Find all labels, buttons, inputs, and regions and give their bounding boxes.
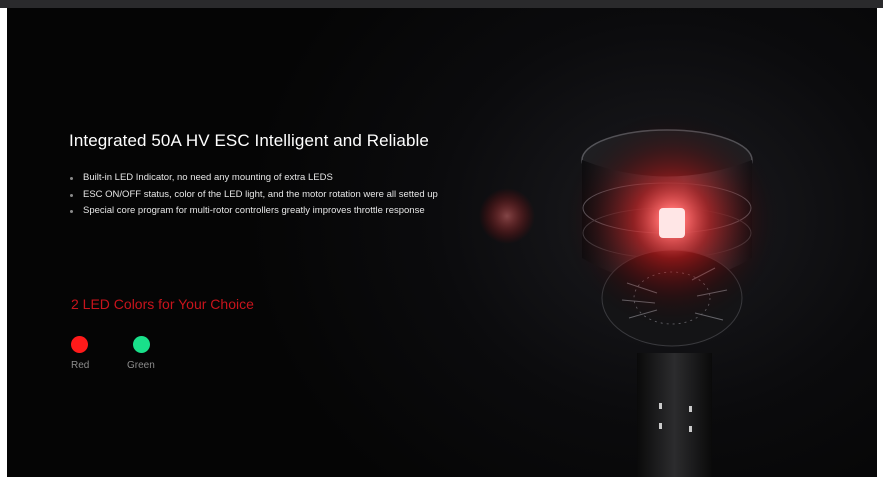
motor-led-image (477, 108, 877, 477)
led-light (659, 208, 685, 238)
red-led-label: Red (71, 360, 90, 371)
page-margin-right (877, 8, 883, 477)
page-margin-left (0, 8, 7, 477)
list-item: ESC ON/OFF status, color of the LED ligh… (69, 187, 459, 204)
feature-panel: Integrated 50A HV ESC Intelligent and Re… (7, 8, 877, 477)
top-bar (0, 0, 883, 8)
list-item: Built-in LED Indicator, no need any moun… (69, 170, 459, 187)
carbon-arm (637, 353, 712, 477)
red-led-swatch (71, 336, 88, 353)
section-title: Integrated 50A HV ESC Intelligent and Re… (69, 131, 429, 150)
green-led-swatch (133, 336, 150, 353)
list-item: Special core program for multi-rotor con… (69, 203, 459, 220)
green-led-label: Green (127, 360, 155, 371)
feature-list: Built-in LED Indicator, no need any moun… (69, 170, 459, 220)
led-colors-heading: 2 LED Colors for Your Choice (71, 296, 254, 312)
